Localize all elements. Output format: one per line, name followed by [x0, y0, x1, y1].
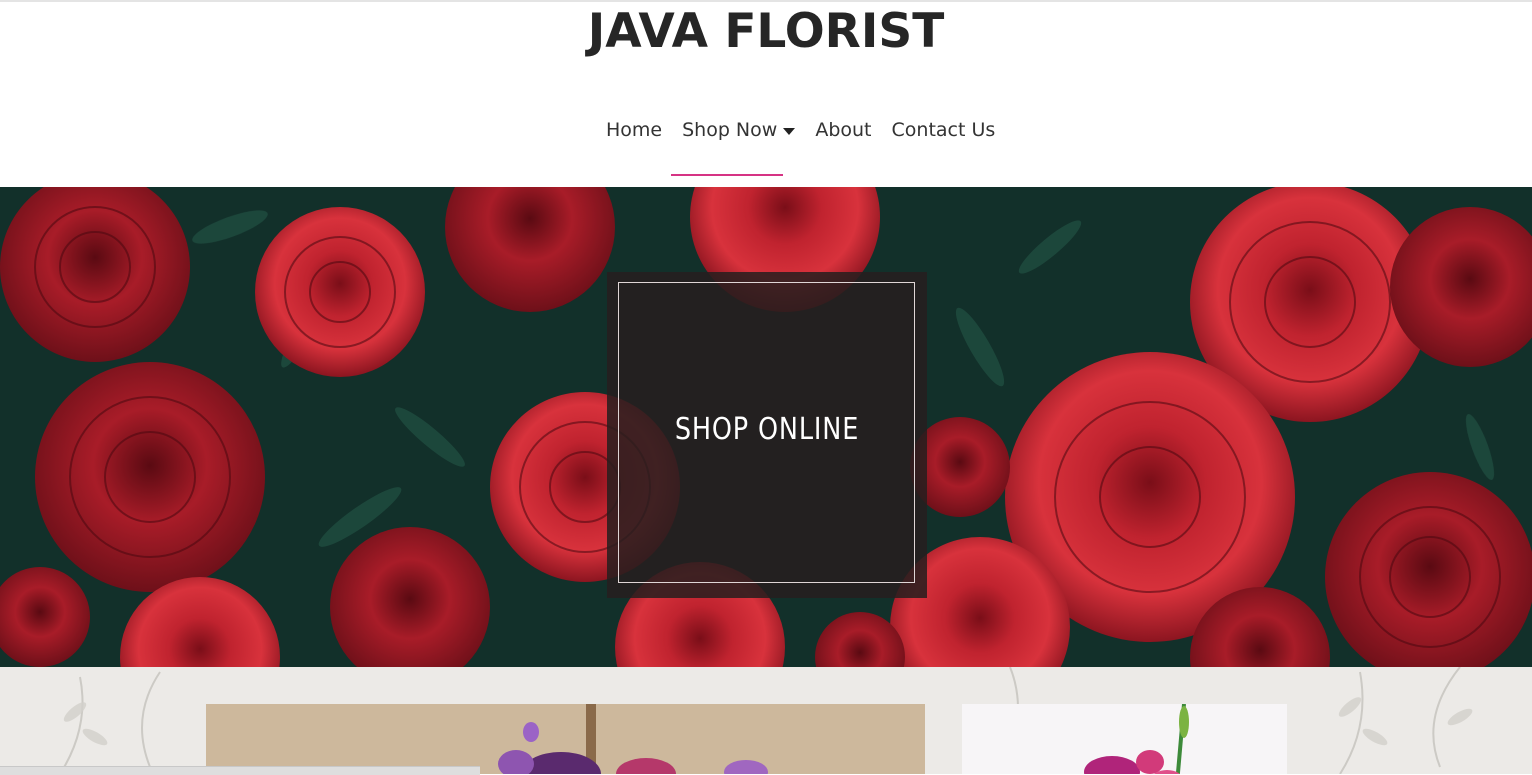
- nav-about[interactable]: About: [805, 119, 881, 141]
- active-nav-indicator: [671, 174, 783, 176]
- nav-home[interactable]: Home: [596, 119, 672, 141]
- shop-online-button[interactable]: SHOP ONLINE: [607, 272, 927, 598]
- site-title[interactable]: JAVA FLORIST: [0, 2, 1532, 62]
- caret-down-icon: [783, 127, 796, 135]
- nav-contact-us[interactable]: Contact Us: [882, 119, 1006, 141]
- main-nav: Home Shop Now About Contact Us: [596, 112, 1005, 148]
- shop-online-label: SHOP ONLINE: [674, 412, 860, 447]
- nav-about-label: About: [815, 119, 872, 141]
- product-image-pink-bouquet[interactable]: [962, 704, 1287, 774]
- nav-home-label: Home: [606, 119, 663, 141]
- nav-shop-now[interactable]: Shop Now: [672, 119, 805, 141]
- purple-flowers-image: [206, 704, 925, 774]
- nav-contact-label: Contact Us: [891, 119, 996, 141]
- nav-shop-now-label: Shop Now: [682, 119, 778, 141]
- product-image-purple-arrangement[interactable]: [206, 704, 925, 774]
- pink-flowers-image: [962, 704, 1287, 774]
- hero-banner: SHOP ONLINE: [0, 187, 1532, 667]
- products-section: [0, 667, 1532, 774]
